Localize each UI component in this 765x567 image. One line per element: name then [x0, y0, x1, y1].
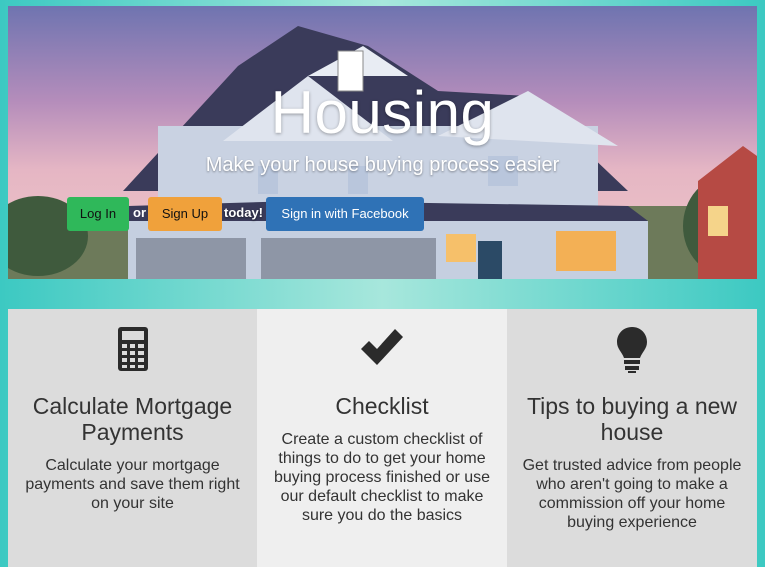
feature-tips: Tips to buying a new house Get trusted a…: [507, 309, 757, 567]
calculator-icon: [8, 327, 257, 371]
facebook-signin-button[interactable]: Sign in with Facebook: [266, 197, 424, 231]
features-section: Calculate Mortgage Payments Calculate yo…: [8, 309, 757, 567]
hero-title: Housing: [270, 79, 495, 146]
checkmark-icon: [257, 327, 507, 371]
feature-text: Create a custom checklist of things to d…: [273, 431, 491, 524]
feature-mortgage: Calculate Mortgage Payments Calculate yo…: [8, 309, 257, 567]
signup-button[interactable]: Sign Up: [148, 197, 222, 231]
or-text: or: [133, 205, 146, 220]
login-button[interactable]: Log In: [67, 197, 129, 231]
feature-checklist: Checklist Create a custom checklist of t…: [257, 309, 507, 567]
feature-title: Calculate Mortgage Payments: [32, 393, 233, 445]
today-text: today!: [224, 205, 263, 220]
lightbulb-icon: [507, 327, 757, 373]
feature-title: Tips to buying a new house: [526, 393, 738, 445]
hero-subtitle: Make your house buying process easier: [205, 154, 560, 176]
feature-text: Calculate your mortgage payments and sav…: [25, 457, 240, 512]
hero-banner: Housing Make your house buying process e…: [8, 6, 757, 279]
feature-title: Checklist: [335, 393, 429, 419]
feature-text: Get trusted advice from people who aren'…: [522, 457, 742, 531]
